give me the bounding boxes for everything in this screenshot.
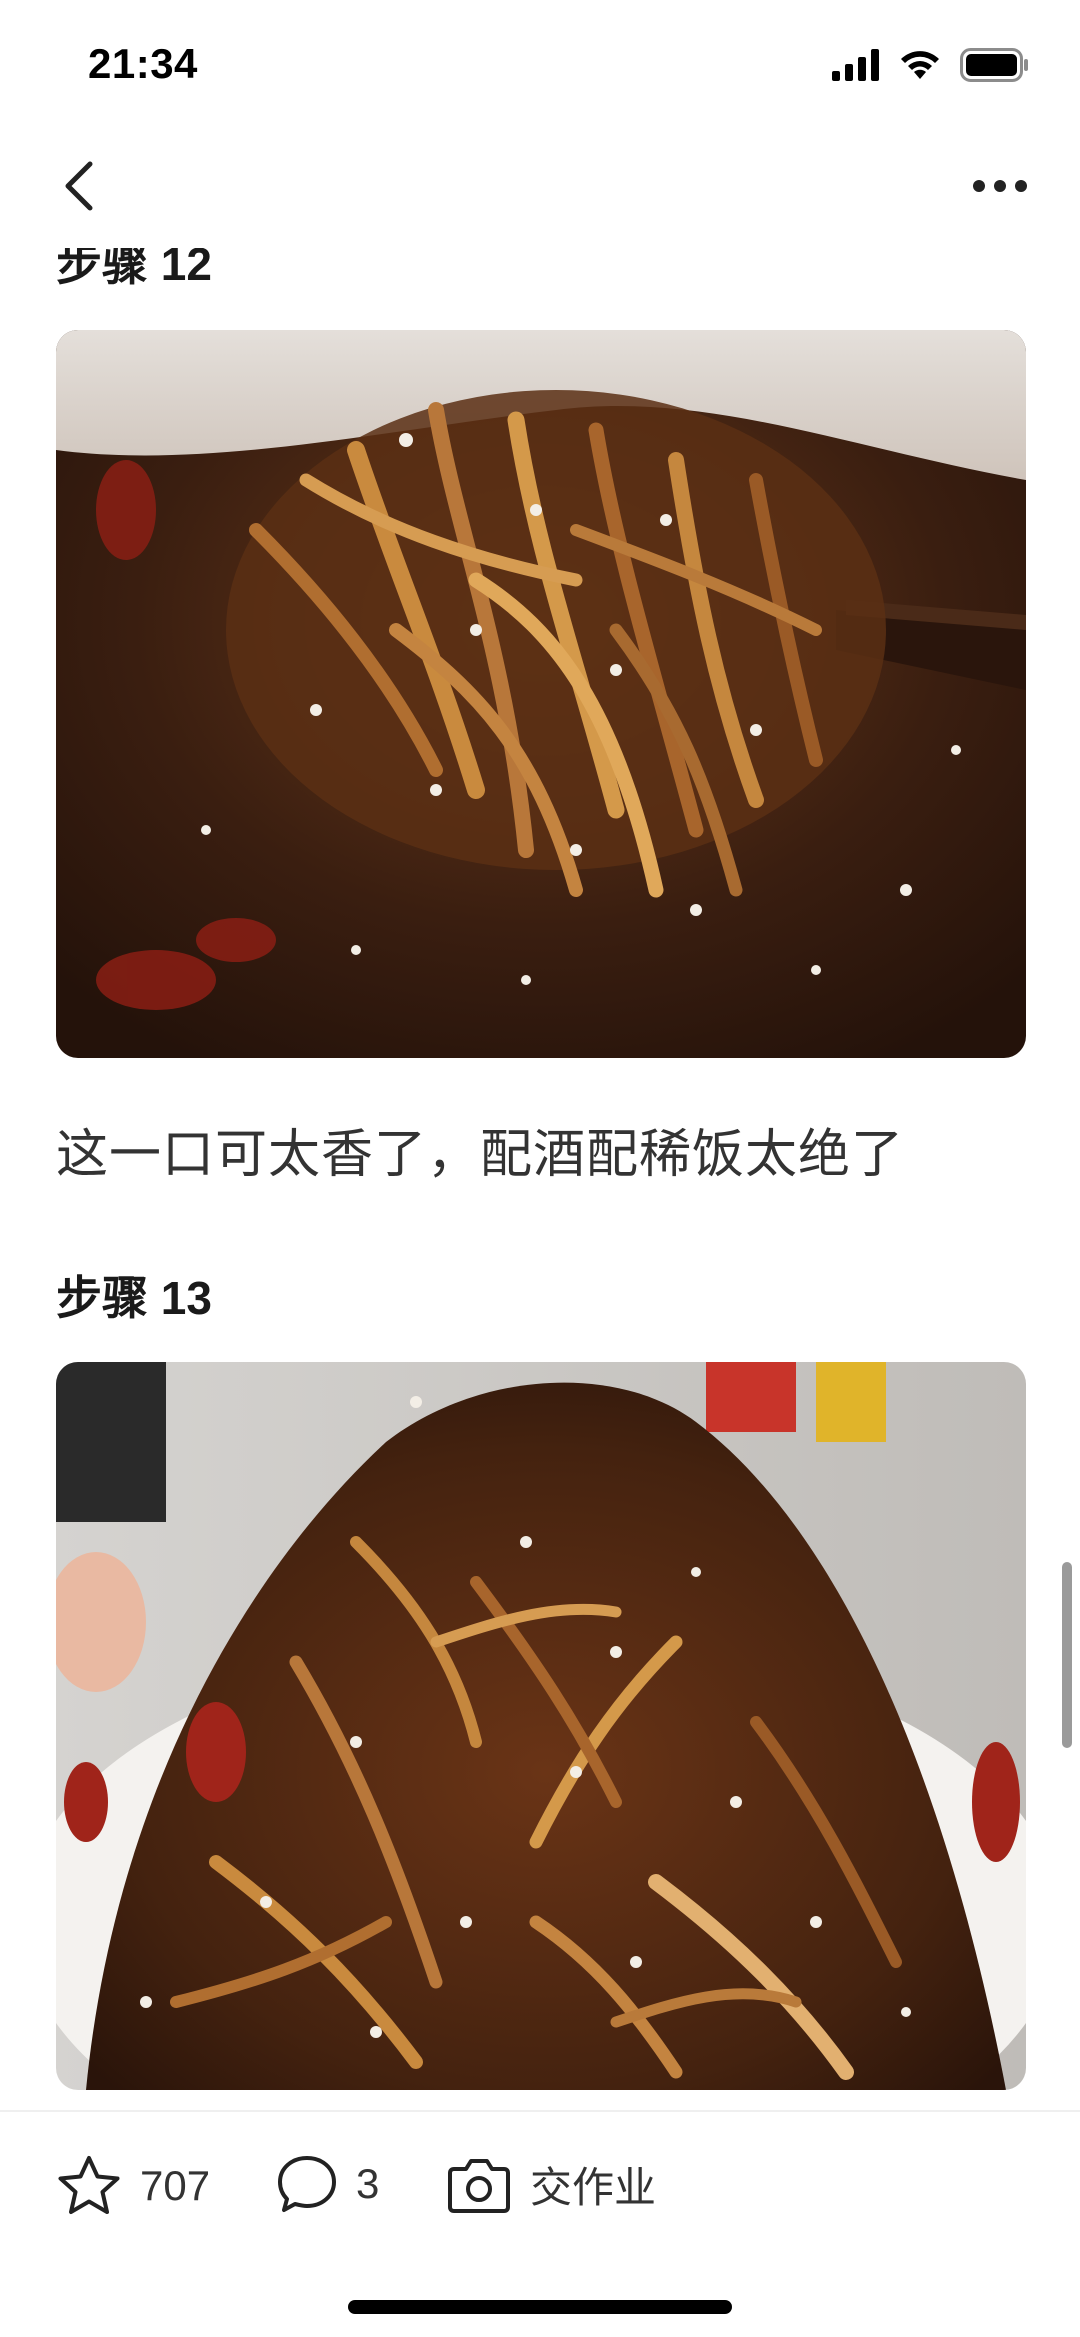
comment-bubble-icon	[278, 2156, 336, 2212]
battery-icon	[960, 48, 1028, 82]
fried-mushroom-plate-photo	[56, 1362, 1026, 2090]
comment-button[interactable]: 3	[276, 2154, 379, 2214]
status-time: 21:34	[88, 40, 198, 87]
more-button[interactable]	[960, 156, 1040, 216]
scrollbar[interactable]	[1062, 1562, 1072, 1748]
more-horizontal-icon	[973, 180, 1027, 192]
like-count: 707	[140, 2162, 211, 2209]
cellular-signal-icon	[832, 49, 879, 81]
star-icon	[58, 2156, 120, 2214]
submit-homework-label: 交作业	[530, 2164, 657, 2211]
recipe-detail-page: 步骤 12 这一口可太香了，配酒配稀饭太绝了 步骤 13 21:34 707 3…	[0, 0, 1080, 2337]
step-description: 这一口可太香了，配酒配稀饭太绝了	[56, 1126, 905, 1184]
step-title: 步骤 13	[56, 1272, 212, 1324]
step-image[interactable]	[56, 1362, 1026, 2090]
step-image[interactable]	[56, 330, 1026, 1058]
comment-count: 3	[356, 2160, 380, 2207]
wifi-icon	[901, 51, 939, 79]
chevron-left-icon	[65, 161, 93, 211]
status-bar: 21:34	[0, 0, 1080, 130]
like-button[interactable]: 707	[56, 2154, 210, 2218]
home-indicator[interactable]	[348, 2300, 732, 2314]
fried-mushroom-chopsticks-photo	[56, 330, 1026, 1058]
status-icons	[832, 48, 1030, 82]
camera-icon	[448, 2158, 510, 2213]
submit-homework-button[interactable]: 交作业	[446, 2154, 656, 2215]
nav-bar	[0, 130, 1080, 248]
bottom-action-bar: 707 3 交作业	[0, 2110, 1080, 2337]
recipe-steps-content[interactable]: 步骤 12 这一口可太香了，配酒配稀饭太绝了 步骤 13	[0, 0, 1080, 2110]
back-button[interactable]	[50, 156, 110, 216]
